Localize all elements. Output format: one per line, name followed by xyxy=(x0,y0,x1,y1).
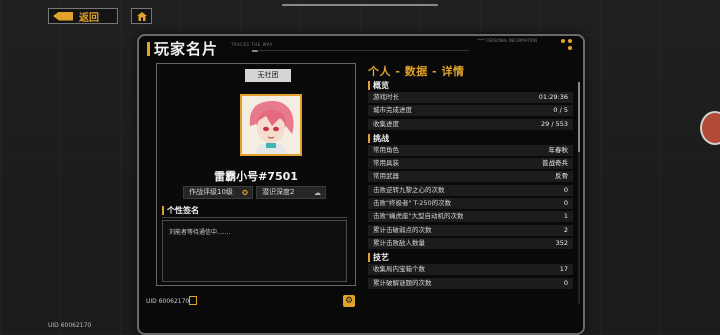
stat-row: 累计破解谜题的次数 0 xyxy=(368,277,573,289)
signature-accent-bar xyxy=(162,206,164,215)
stat-label: 击败"终极者" T-250的次数 xyxy=(373,199,452,208)
title-accent-bar xyxy=(147,42,150,56)
stat-row: 累计击破弱点的次数 2 xyxy=(368,224,573,236)
stat-label: 累计击败敌人数量 xyxy=(373,238,425,247)
home-button[interactable] xyxy=(131,8,152,24)
profile-card: 无社团 雷霸小号#7501 作战评级10级 ✪ 潜识深度2 ☁ 个性签名 刘能者… xyxy=(156,63,356,286)
signature-title: 个性签名 xyxy=(167,206,199,215)
guild-badge[interactable]: 无社团 xyxy=(245,69,291,82)
stat-value: 0 xyxy=(563,185,568,194)
player-card-panel: 玩家名片 TRACES THE WAY **** PERSONAL INFORM… xyxy=(137,34,585,335)
stat-label: 击败逆转九黎之心的次数 xyxy=(373,185,445,194)
scrollbar-thumb[interactable] xyxy=(578,82,580,152)
stat-row: 游戏时长 01:29:36 xyxy=(368,92,573,103)
combat-rating-pill[interactable]: 作战评级10级 ✪ xyxy=(183,186,253,199)
corner-dots-icon xyxy=(561,39,577,53)
stat-row: 击败"蝇虎座"大型自动机的次数 1 xyxy=(368,211,573,223)
uid-watermark: UID 60062170 xyxy=(48,322,92,329)
stat-value: 反骨 xyxy=(555,172,568,181)
stat-label: 累计破解谜题的次数 xyxy=(373,278,432,287)
stat-label: 累计击破弱点的次数 xyxy=(373,225,432,234)
copy-uid-icon[interactable] xyxy=(189,296,197,305)
signature-divider xyxy=(162,217,347,218)
stat-value: 1 xyxy=(563,212,568,221)
status-bar-handle xyxy=(282,4,438,6)
section-header: 挑战 xyxy=(368,132,573,145)
stat-row: 击败逆转九黎之心的次数 0 xyxy=(368,184,573,196)
stat-value: 352 xyxy=(555,238,568,247)
section-accent-bar xyxy=(368,253,370,263)
stat-row: 城市完成进度 0 / 5 xyxy=(368,105,573,117)
section-title: 挑战 xyxy=(373,133,389,143)
stat-label: 常用武器 xyxy=(373,172,399,181)
stat-value: 0 xyxy=(563,278,568,287)
back-button[interactable]: 返回 xyxy=(48,8,118,24)
stat-value: 2 xyxy=(563,225,568,234)
home-icon xyxy=(136,11,147,21)
section-accent-bar xyxy=(368,81,370,90)
stat-row: 累计击败敌人数量 352 xyxy=(368,237,573,249)
stat-row: 常用武器 反骨 xyxy=(368,171,573,183)
stat-row: 击败"终极者" T-250的次数 0 xyxy=(368,198,573,210)
details-title: 个人 - 数据 - 详情 xyxy=(368,65,465,78)
stat-label: 常用角色 xyxy=(373,145,399,154)
avatar[interactable] xyxy=(240,94,302,156)
settings-gear-button[interactable]: ⚙ xyxy=(343,295,355,307)
stat-value: 0 xyxy=(563,199,568,208)
stat-value: 0 / 5 xyxy=(553,106,568,115)
player-uid: UID 60062170 xyxy=(146,298,190,305)
section-title: 技艺 xyxy=(373,253,389,263)
stat-row: 收集局内宝箱个数 17 xyxy=(368,264,573,276)
stat-label: 游戏时长 xyxy=(373,93,399,101)
panel-code: **** PERSONAL INFORMATION xyxy=(477,38,537,43)
player-nickname: 雷霸小号#7501 xyxy=(214,170,298,183)
stat-row: 收集进度 29 / 553 xyxy=(368,118,573,130)
title-divider xyxy=(257,50,469,51)
section-accent-bar xyxy=(368,133,370,143)
stat-label: 收集进度 xyxy=(373,119,399,128)
stat-value: 29 / 553 xyxy=(541,119,568,128)
stat-label: 常用具装 xyxy=(373,159,399,168)
back-arrow-icon xyxy=(53,11,73,21)
panel-title: 玩家名片 xyxy=(154,40,219,58)
back-label: 返回 xyxy=(79,12,99,24)
section-header: 技艺 xyxy=(368,251,573,264)
stat-value: 17 xyxy=(559,265,568,274)
stat-value: 年春秋 xyxy=(548,145,569,154)
combat-rating-label: 作战评级10级 xyxy=(189,188,233,196)
gear-icon: ⚙ xyxy=(344,296,354,306)
insight-depth-pill[interactable]: 潜识深度2 ☁ xyxy=(256,186,326,199)
stat-row: 常用角色 年春秋 xyxy=(368,144,573,156)
insight-depth-label: 潜识深度2 xyxy=(262,188,295,196)
brain-icon: ☁ xyxy=(314,189,321,197)
signature-box[interactable]: 刘能者等待通信中....... xyxy=(162,220,347,282)
stat-label: 击败"蝇虎座"大型自动机的次数 xyxy=(373,212,464,221)
avatar-portrait xyxy=(242,96,300,154)
panel-subtitle: TRACES THE WAY xyxy=(231,42,273,47)
details-list[interactable]: 概览 游戏时长 01:29:36 城市完成进度 0 / 5 收集进度 29 / 553 挑战常… xyxy=(368,79,573,304)
section-header: 概览 xyxy=(368,79,573,92)
stat-label: 收集局内宝箱个数 xyxy=(373,265,425,274)
stat-value: 01:29:36 xyxy=(538,93,568,101)
stat-row: 常用具装 普战奇兵 xyxy=(368,158,573,170)
section-title: 概览 xyxy=(373,81,389,90)
stat-label: 城市完成进度 xyxy=(373,106,412,115)
rating-emblem-icon: ✪ xyxy=(242,189,248,197)
stat-value: 普战奇兵 xyxy=(542,159,568,168)
